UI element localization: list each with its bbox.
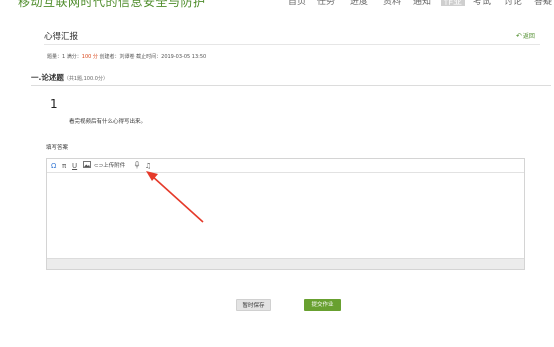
creator: 创建者：刘谭卷 [99, 54, 135, 60]
back-label: 返回 [522, 33, 535, 40]
image-icon[interactable] [83, 161, 91, 171]
answer-input[interactable] [47, 173, 524, 257]
course-title: 移动互联网时代的信息安全与防护 [18, 0, 206, 9]
question-number: 1 [50, 97, 58, 111]
section-title: 一.论述题（共1题,100.0分） [31, 72, 108, 83]
nav-item-discussion[interactable]: 讨论 [504, 0, 522, 7]
answer-label: 填写答案 [46, 145, 69, 151]
editor-toolbar: Ω π U ⊂⊃上传附件 ♫ [47, 159, 524, 173]
divider [44, 44, 540, 45]
section-subtitle: （共1题,100.0分） [63, 76, 108, 82]
link-icon: ⊂⊃ [94, 163, 104, 169]
deadline: 截止时间：2019-03-05 13:50 [136, 54, 207, 60]
question-count: 题量：1 [47, 54, 66, 60]
music-icon[interactable]: ♫ [145, 161, 151, 171]
underline-button[interactable]: U [72, 161, 77, 171]
upload-label: 上传附件 [103, 163, 126, 169]
nav-item-exams[interactable]: 考试 [473, 0, 491, 7]
nav-item-progress[interactable]: 进度 [350, 0, 368, 7]
nav-item-home[interactable]: 首页 [288, 0, 306, 7]
page-title: 心得汇报 [44, 32, 79, 42]
microphone-icon[interactable] [134, 161, 140, 172]
top-header: 移动互联网时代的信息安全与防护 首页 任务 进度 资料 通知 作业 考试 讨论 … [0, 0, 554, 12]
back-arrow-icon: ↶ [516, 32, 522, 40]
section-name: 一.论述题 [31, 73, 64, 82]
nav-item-qa[interactable]: 答疑 [534, 0, 552, 7]
full-score-label: 满分： [66, 54, 82, 60]
save-draft-button[interactable]: 暂时保存 [236, 299, 271, 311]
full-score-value: 100 分 [81, 54, 98, 60]
back-link[interactable]: ↶返回 [516, 31, 535, 40]
image-icon-svg [83, 161, 91, 168]
submit-homework-button[interactable]: 提交作业 [304, 299, 341, 311]
formula-button[interactable]: π [62, 161, 66, 171]
editor-status-bar [47, 258, 524, 269]
section-divider [31, 85, 551, 86]
nav-item-materials[interactable]: 资料 [383, 0, 401, 7]
upload-attachment-button[interactable]: ⊂⊃上传附件 [94, 161, 125, 171]
homework-card: 心得汇报 ↶返回 题量：1 满分：100 分 创建者：刘谭卷 截止时间：2019… [31, 22, 551, 322]
special-char-button[interactable]: Ω [51, 161, 56, 171]
answer-editor: Ω π U ⊂⊃上传附件 ♫ [46, 158, 525, 270]
question-text: 看完视频后有什么心得写出来。 [69, 119, 147, 125]
homework-meta: 题量：1 满分：100 分 创建者：刘谭卷 截止时间：2019-03-05 13… [47, 53, 206, 60]
nav-item-homework[interactable]: 作业 [441, 0, 466, 7]
nav-item-tasks[interactable]: 任务 [317, 0, 335, 7]
nav-item-notices[interactable]: 通知 [413, 0, 431, 7]
microphone-icon-svg [134, 161, 140, 169]
